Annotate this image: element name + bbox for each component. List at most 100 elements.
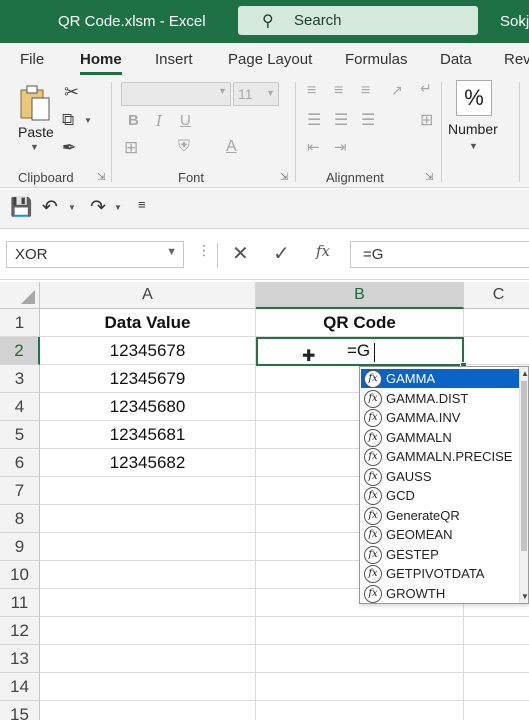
font-color-icon[interactable]: A bbox=[226, 138, 237, 156]
row-header[interactable]: 11 bbox=[0, 589, 40, 617]
row-header[interactable]: 3 bbox=[0, 365, 40, 393]
merge-center-icon[interactable]: ⊞ bbox=[420, 110, 433, 130]
decrease-indent-icon[interactable]: ⇤ bbox=[307, 138, 320, 156]
cell[interactable] bbox=[40, 617, 256, 645]
autocomplete-scrollbar[interactable]: ▲ ▼ bbox=[519, 367, 528, 603]
font-name-select[interactable] bbox=[121, 82, 231, 106]
scroll-down-icon[interactable]: ▼ bbox=[521, 592, 528, 601]
cell-a2[interactable]: 12345678 bbox=[40, 337, 256, 365]
number-dropdown-icon[interactable]: ▼ bbox=[469, 141, 478, 151]
scroll-up-icon[interactable]: ▲ bbox=[521, 369, 528, 378]
function-autocomplete-list[interactable]: fx GAMMA fx GAMMA.DIST fx GAMMA.INV fx G… bbox=[359, 366, 529, 604]
cell-b1[interactable]: QR Code bbox=[256, 309, 464, 337]
redo-dropdown-icon[interactable]: ▼ bbox=[114, 203, 122, 212]
active-cell-b2[interactable]: ✚ =G bbox=[256, 337, 467, 369]
cancel-icon[interactable]: ✕ bbox=[232, 241, 249, 266]
cell[interactable] bbox=[256, 617, 464, 645]
undo-icon[interactable]: ↶ bbox=[42, 196, 58, 219]
row-header[interactable]: 15 bbox=[0, 701, 40, 720]
row-header[interactable]: 13 bbox=[0, 645, 40, 673]
cell[interactable] bbox=[40, 477, 256, 505]
align-bottom-icon[interactable]: ≡ bbox=[361, 82, 370, 100]
cell[interactable] bbox=[464, 645, 529, 673]
paste-dropdown-icon[interactable]: ▼ bbox=[30, 142, 39, 152]
list-item[interactable]: fx GCD bbox=[361, 486, 519, 505]
row-header[interactable]: 8 bbox=[0, 505, 40, 533]
row-header[interactable]: 10 bbox=[0, 561, 40, 589]
row-header[interactable]: 9 bbox=[0, 533, 40, 561]
cell[interactable] bbox=[40, 561, 256, 589]
cell[interactable] bbox=[464, 617, 529, 645]
enter-icon[interactable]: ✓ bbox=[273, 241, 290, 266]
align-middle-icon[interactable]: ≡ bbox=[334, 82, 343, 100]
list-item[interactable]: fx GAMMA.DIST bbox=[361, 389, 519, 408]
cell[interactable] bbox=[40, 673, 256, 701]
tab-page-layout[interactable]: Page Layout bbox=[228, 51, 312, 68]
font-launcher-icon[interactable]: ⇲ bbox=[280, 172, 288, 183]
select-all-corner[interactable] bbox=[0, 282, 40, 309]
list-item[interactable]: fx GAMMALN bbox=[361, 428, 519, 447]
row-header[interactable]: 5 bbox=[0, 421, 40, 449]
redo-icon[interactable]: ↷ bbox=[90, 196, 106, 219]
align-left-icon[interactable]: ☰ bbox=[307, 110, 321, 130]
cell[interactable] bbox=[256, 673, 464, 701]
more-options-icon[interactable]: ⋮ bbox=[197, 242, 211, 259]
borders-icon[interactable]: ⊞ bbox=[124, 138, 138, 158]
cell[interactable] bbox=[256, 701, 464, 720]
alignment-launcher-icon[interactable]: ⇲ bbox=[425, 172, 433, 183]
cut-icon[interactable]: ✂ bbox=[64, 82, 79, 103]
list-item[interactable]: fx GAMMA.INV bbox=[361, 408, 519, 427]
row-header[interactable]: 14 bbox=[0, 673, 40, 701]
search-box[interactable]: ⚲ Search bbox=[238, 6, 478, 35]
tab-insert[interactable]: Insert bbox=[155, 51, 193, 68]
list-item[interactable]: fx GETPIVOTDATA bbox=[361, 564, 519, 583]
cell[interactable] bbox=[40, 589, 256, 617]
formula-input[interactable]: =G bbox=[350, 241, 529, 268]
align-right-icon[interactable]: ☰ bbox=[361, 110, 375, 130]
copy-icon[interactable]: ⧉ bbox=[62, 110, 74, 130]
cell-a1[interactable]: Data Value bbox=[40, 309, 256, 337]
cell[interactable] bbox=[40, 701, 256, 720]
list-item[interactable]: fx GESTEP bbox=[361, 545, 519, 564]
scroll-thumb[interactable] bbox=[521, 381, 527, 551]
list-item[interactable]: fx GenerateQR bbox=[361, 506, 519, 525]
paste-button[interactable] bbox=[18, 84, 52, 122]
insert-function-icon[interactable]: fx bbox=[316, 242, 330, 260]
align-top-icon[interactable]: ≡ bbox=[307, 82, 316, 100]
cell-a4[interactable]: 12345680 bbox=[40, 393, 256, 421]
undo-dropdown-icon[interactable]: ▼ bbox=[68, 203, 76, 212]
font-size-select[interactable]: 11 ▼ bbox=[233, 82, 279, 106]
cell-c2[interactable] bbox=[464, 337, 529, 365]
row-header[interactable]: 12 bbox=[0, 617, 40, 645]
tab-data[interactable]: Data bbox=[440, 51, 472, 68]
font-name-dropdown-icon[interactable]: ▼ bbox=[218, 86, 227, 96]
cell-a6[interactable]: 12345682 bbox=[40, 449, 256, 477]
tab-formulas[interactable]: Formulas bbox=[345, 51, 408, 68]
row-header[interactable]: 2 bbox=[0, 337, 40, 365]
underline-icon[interactable]: U bbox=[180, 112, 191, 129]
save-icon[interactable]: 💾 bbox=[10, 197, 32, 218]
increase-indent-icon[interactable]: ⇥ bbox=[334, 138, 347, 156]
list-item[interactable]: fx GROWTH bbox=[361, 584, 519, 603]
name-box[interactable]: XOR ▼ bbox=[6, 241, 184, 268]
row-header[interactable]: 4 bbox=[0, 393, 40, 421]
tab-review[interactable]: Rev bbox=[504, 51, 529, 68]
row-header[interactable]: 1 bbox=[0, 309, 40, 337]
tab-home[interactable]: Home bbox=[80, 51, 122, 75]
cell[interactable] bbox=[40, 505, 256, 533]
column-header-a[interactable]: A bbox=[40, 282, 256, 309]
align-center-icon[interactable]: ☰ bbox=[334, 110, 348, 130]
orientation-icon[interactable]: ↗ bbox=[391, 82, 403, 99]
tab-file[interactable]: File bbox=[20, 51, 44, 68]
column-header-c[interactable]: C bbox=[464, 282, 529, 309]
cell[interactable] bbox=[256, 645, 464, 673]
cell[interactable] bbox=[40, 533, 256, 561]
italic-icon[interactable]: I bbox=[156, 112, 162, 130]
list-item[interactable]: fx GAMMA bbox=[361, 369, 519, 388]
wrap-text-icon[interactable]: ↵ bbox=[420, 80, 432, 97]
list-item[interactable]: fx GAUSS bbox=[361, 467, 519, 486]
cell[interactable] bbox=[464, 701, 529, 720]
cell-a5[interactable]: 12345681 bbox=[40, 421, 256, 449]
fill-color-icon[interactable]: ⛨ bbox=[178, 138, 190, 156]
cell-c1[interactable] bbox=[464, 309, 529, 337]
